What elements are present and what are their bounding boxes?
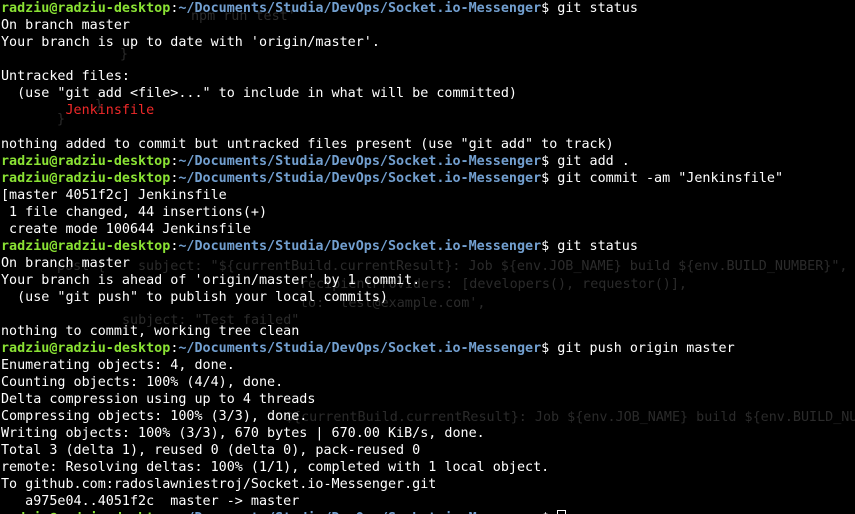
- output-line: Writing objects: 100% (3/3), 670 bytes |…: [1, 425, 851, 442]
- output-line: On branch master: [1, 17, 851, 34]
- prompt-line: radziu@radziu-desktop:~/Documents/Studia…: [1, 238, 851, 255]
- output-text: Counting objects: 100% (4/4), done.: [1, 375, 284, 390]
- output-text: Writing objects: 100% (3/3), 670 bytes |…: [1, 426, 485, 441]
- untracked-file-name: Jenkinsfile: [1, 103, 155, 118]
- output-text: On branch master: [1, 18, 130, 33]
- prompt-path: ~/Documents/Studia/DevOps/Socket.io-Mess…: [178, 154, 542, 169]
- terminal-cursor[interactable]: [557, 510, 567, 514]
- output-line: To github.com:radoslawniestroj/Socket.io…: [1, 476, 851, 493]
- output-line: 1 file changed, 44 insertions(+): [1, 204, 851, 221]
- command-text: git status: [549, 239, 638, 254]
- output-text: create mode 100644 Jenkinsfile: [1, 222, 251, 237]
- output-text: To github.com:radoslawniestroj/Socket.io…: [1, 477, 437, 492]
- terminal-window[interactable]: npm run test' } } } post { subject: "${c…: [0, 0, 855, 514]
- prompt-line: radziu@radziu-desktop:~/Documents/Studia…: [1, 170, 851, 187]
- prompt-user: radziu@radziu-desktop: [1, 341, 171, 356]
- output-line: Your branch is ahead of 'origin/master' …: [1, 272, 851, 289]
- output-text: 1 file changed, 44 insertions(+): [1, 205, 268, 220]
- prompt-line: radziu@radziu-desktop:~/Documents/Studia…: [1, 340, 851, 357]
- output-line: Your branch is up to date with 'origin/m…: [1, 34, 851, 51]
- command-text: git status: [549, 1, 638, 16]
- prompt-user: radziu@radziu-desktop: [1, 1, 171, 16]
- output-line: (use "git add <file>..." to include in w…: [1, 85, 851, 102]
- output-line: On branch master: [1, 255, 851, 272]
- output-line: nothing added to commit but untracked fi…: [1, 136, 851, 153]
- command-text: git push origin master: [549, 341, 735, 356]
- output-text: Delta compression using up to 4 threads: [1, 392, 316, 407]
- output-line: Delta compression using up to 4 threads: [1, 391, 851, 408]
- output-text: nothing added to commit but untracked fi…: [1, 137, 614, 152]
- output-line: Enumerating objects: 4, done.: [1, 357, 851, 374]
- output-text: Your branch is ahead of 'origin/master' …: [1, 273, 421, 288]
- prompt-line: radziu@radziu-desktop:~/Documents/Studia…: [1, 153, 851, 170]
- prompt-line: radziu@radziu-desktop:~/Documents/Studia…: [1, 510, 851, 514]
- output-text: Untracked files:: [1, 69, 130, 84]
- output-line: Counting objects: 100% (4/4), done.: [1, 374, 851, 391]
- prompt-line: radziu@radziu-desktop:~/Documents/Studia…: [1, 0, 851, 17]
- command-text: git commit -am "Jenkinsfile": [549, 171, 784, 186]
- output-line: create mode 100644 Jenkinsfile: [1, 221, 851, 238]
- output-text: nothing to commit, working tree clean: [1, 324, 300, 339]
- prompt-path: ~/Documents/Studia/DevOps/Socket.io-Mess…: [178, 171, 542, 186]
- output-line: [master 4051f2c] Jenkinsfile: [1, 187, 851, 204]
- prompt-user: radziu@radziu-desktop: [1, 239, 171, 254]
- output-text: Compressing objects: 100% (3/3), done.: [1, 409, 308, 424]
- output-text: Enumerating objects: 4, done.: [1, 358, 235, 373]
- output-line: Compressing objects: 100% (3/3), done.: [1, 408, 851, 425]
- untracked-file-line: Jenkinsfile: [1, 102, 851, 119]
- prompt-path: ~/Documents/Studia/DevOps/Socket.io-Mess…: [178, 341, 542, 356]
- output-line: a975e04..4051f2c master -> master: [1, 493, 851, 510]
- output-text: On branch master: [1, 256, 130, 271]
- output-text: Your branch is up to date with 'origin/m…: [1, 35, 380, 50]
- prompt-user: radziu@radziu-desktop: [1, 154, 171, 169]
- output-text: a975e04..4051f2c master -> master: [1, 494, 300, 509]
- output-text: remote: Resolving deltas: 100% (1/1), co…: [1, 460, 550, 475]
- output-line: Untracked files:: [1, 68, 851, 85]
- output-text: Total 3 (delta 1), reused 0 (delta 0), p…: [1, 443, 421, 458]
- output-line: (use "git push" to publish your local co…: [1, 289, 851, 306]
- output-text: (use "git push" to publish your local co…: [1, 290, 388, 305]
- output-line: remote: Resolving deltas: 100% (1/1), co…: [1, 459, 851, 476]
- output-line: Total 3 (delta 1), reused 0 (delta 0), p…: [1, 442, 851, 459]
- prompt-path: ~/Documents/Studia/DevOps/Socket.io-Mess…: [178, 239, 542, 254]
- terminal-output: radziu@radziu-desktop:~/Documents/Studia…: [1, 0, 851, 514]
- output-text: [master 4051f2c] Jenkinsfile: [1, 188, 227, 203]
- output-line: nothing to commit, working tree clean: [1, 323, 851, 340]
- command-text: git add .: [549, 154, 630, 169]
- output-text: (use "git add <file>..." to include in w…: [1, 86, 517, 101]
- prompt-user: radziu@radziu-desktop: [1, 171, 171, 186]
- prompt-path: ~/Documents/Studia/DevOps/Socket.io-Mess…: [178, 1, 542, 16]
